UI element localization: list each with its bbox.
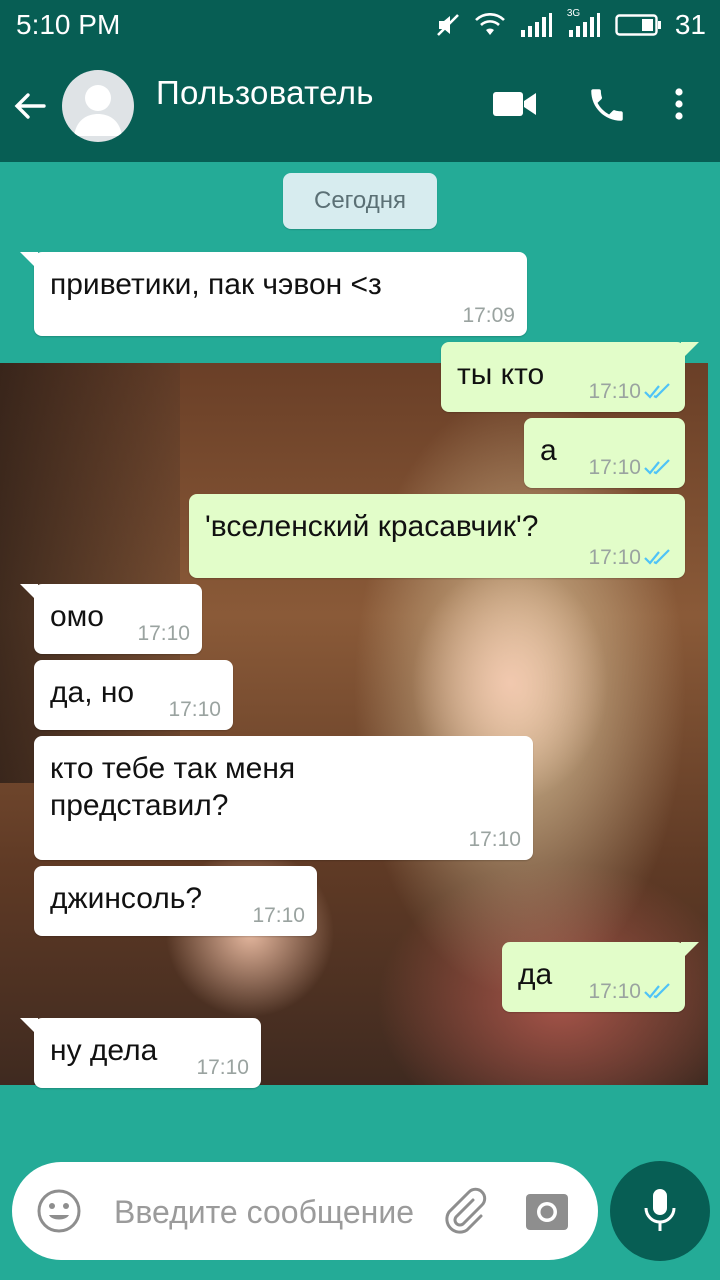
mute-icon — [435, 12, 461, 38]
wifi-icon — [474, 13, 505, 37]
message-text: а — [540, 434, 557, 467]
camera-icon[interactable] — [524, 1188, 570, 1239]
message-time: 17:10 — [137, 622, 190, 645]
message-text: ты кто — [457, 358, 545, 391]
bubble-tail — [20, 1018, 38, 1036]
battery-level: 31 — [674, 9, 706, 40]
chat-header: Пользователь — [0, 50, 720, 162]
video-call-icon[interactable] — [492, 84, 538, 129]
bubble-tail — [20, 584, 38, 602]
message-time: 17:10 — [588, 380, 641, 403]
double-check-icon — [644, 983, 670, 999]
bubble-tail — [20, 252, 38, 270]
message-text: ну дела — [50, 1034, 158, 1067]
message-input[interactable]: Введите сообщение — [114, 1194, 414, 1231]
message-time: 17:10 — [588, 456, 641, 479]
message-time: 17:10 — [168, 698, 221, 721]
message-text: омо — [50, 600, 104, 633]
more-vert-icon[interactable] — [670, 84, 688, 129]
message-bubble-outgoing[interactable]: ты кто 17:10 — [441, 342, 699, 412]
message-input-bar[interactable]: Введите сообщение — [12, 1162, 598, 1260]
mic-button[interactable] — [610, 1161, 710, 1261]
message-bubble-incoming[interactable]: да, но 17:10 — [34, 660, 233, 730]
message-time: 17:10 — [588, 546, 641, 569]
phone-icon[interactable] — [586, 84, 628, 131]
message-line: представил? — [50, 789, 229, 822]
message-line: кто тебе так меня — [50, 752, 296, 785]
message-text: 'вселенский красавчик'? — [205, 510, 539, 543]
message-time: 17:10 — [252, 904, 305, 927]
message-bubble-incoming[interactable]: приветики, пак чэвон <з 17:09 — [20, 252, 527, 336]
emoji-icon[interactable] — [36, 1188, 82, 1239]
double-check-icon — [644, 459, 670, 475]
message-time: 17:10 — [196, 1056, 249, 1079]
message-text: кто тебе так меня представил? — [50, 750, 295, 824]
message-text: приветики, пак чэвон <з — [50, 268, 382, 301]
message-bubble-incoming[interactable]: кто тебе так меня представил? 17:10 — [34, 736, 533, 860]
message-time: 17:10 — [468, 828, 521, 851]
date-chip: Сегодня — [283, 173, 437, 229]
message-text: да, но — [50, 676, 135, 709]
contact-name[interactable]: Пользователь — [156, 74, 374, 112]
message-text: джинсоль? — [50, 882, 203, 915]
signal-icon — [519, 12, 553, 38]
message-bubble-outgoing[interactable]: да 17:10 — [502, 942, 699, 1012]
message-time: 17:09 — [462, 304, 515, 327]
message-bubble-outgoing[interactable]: а 17:10 — [524, 418, 685, 488]
message-bubble-incoming[interactable]: джинсоль? 17:10 — [34, 866, 317, 936]
message-bubble-outgoing[interactable]: 'вселенский красавчик'? 17:10 — [189, 494, 685, 578]
status-bar: 5:10 PM 3G 31 — [0, 0, 720, 50]
double-check-icon — [644, 383, 670, 399]
double-check-icon — [644, 549, 670, 565]
attach-icon[interactable] — [440, 1186, 490, 1241]
signal-3g-icon: 3G — [567, 8, 601, 38]
mic-icon — [644, 1189, 676, 1231]
message-text: да — [518, 958, 553, 991]
bubble-tail — [681, 342, 699, 360]
message-time: 17:10 — [588, 980, 641, 1003]
bubble-tail — [681, 942, 699, 960]
back-arrow-icon[interactable] — [10, 86, 50, 126]
status-time: 5:10 PM — [16, 9, 121, 40]
message-bubble-incoming[interactable]: омо 17:10 — [20, 584, 202, 654]
avatar[interactable] — [62, 70, 134, 142]
message-bubble-incoming[interactable]: ну дела 17:10 — [20, 1018, 261, 1088]
battery-icon — [615, 13, 661, 37]
